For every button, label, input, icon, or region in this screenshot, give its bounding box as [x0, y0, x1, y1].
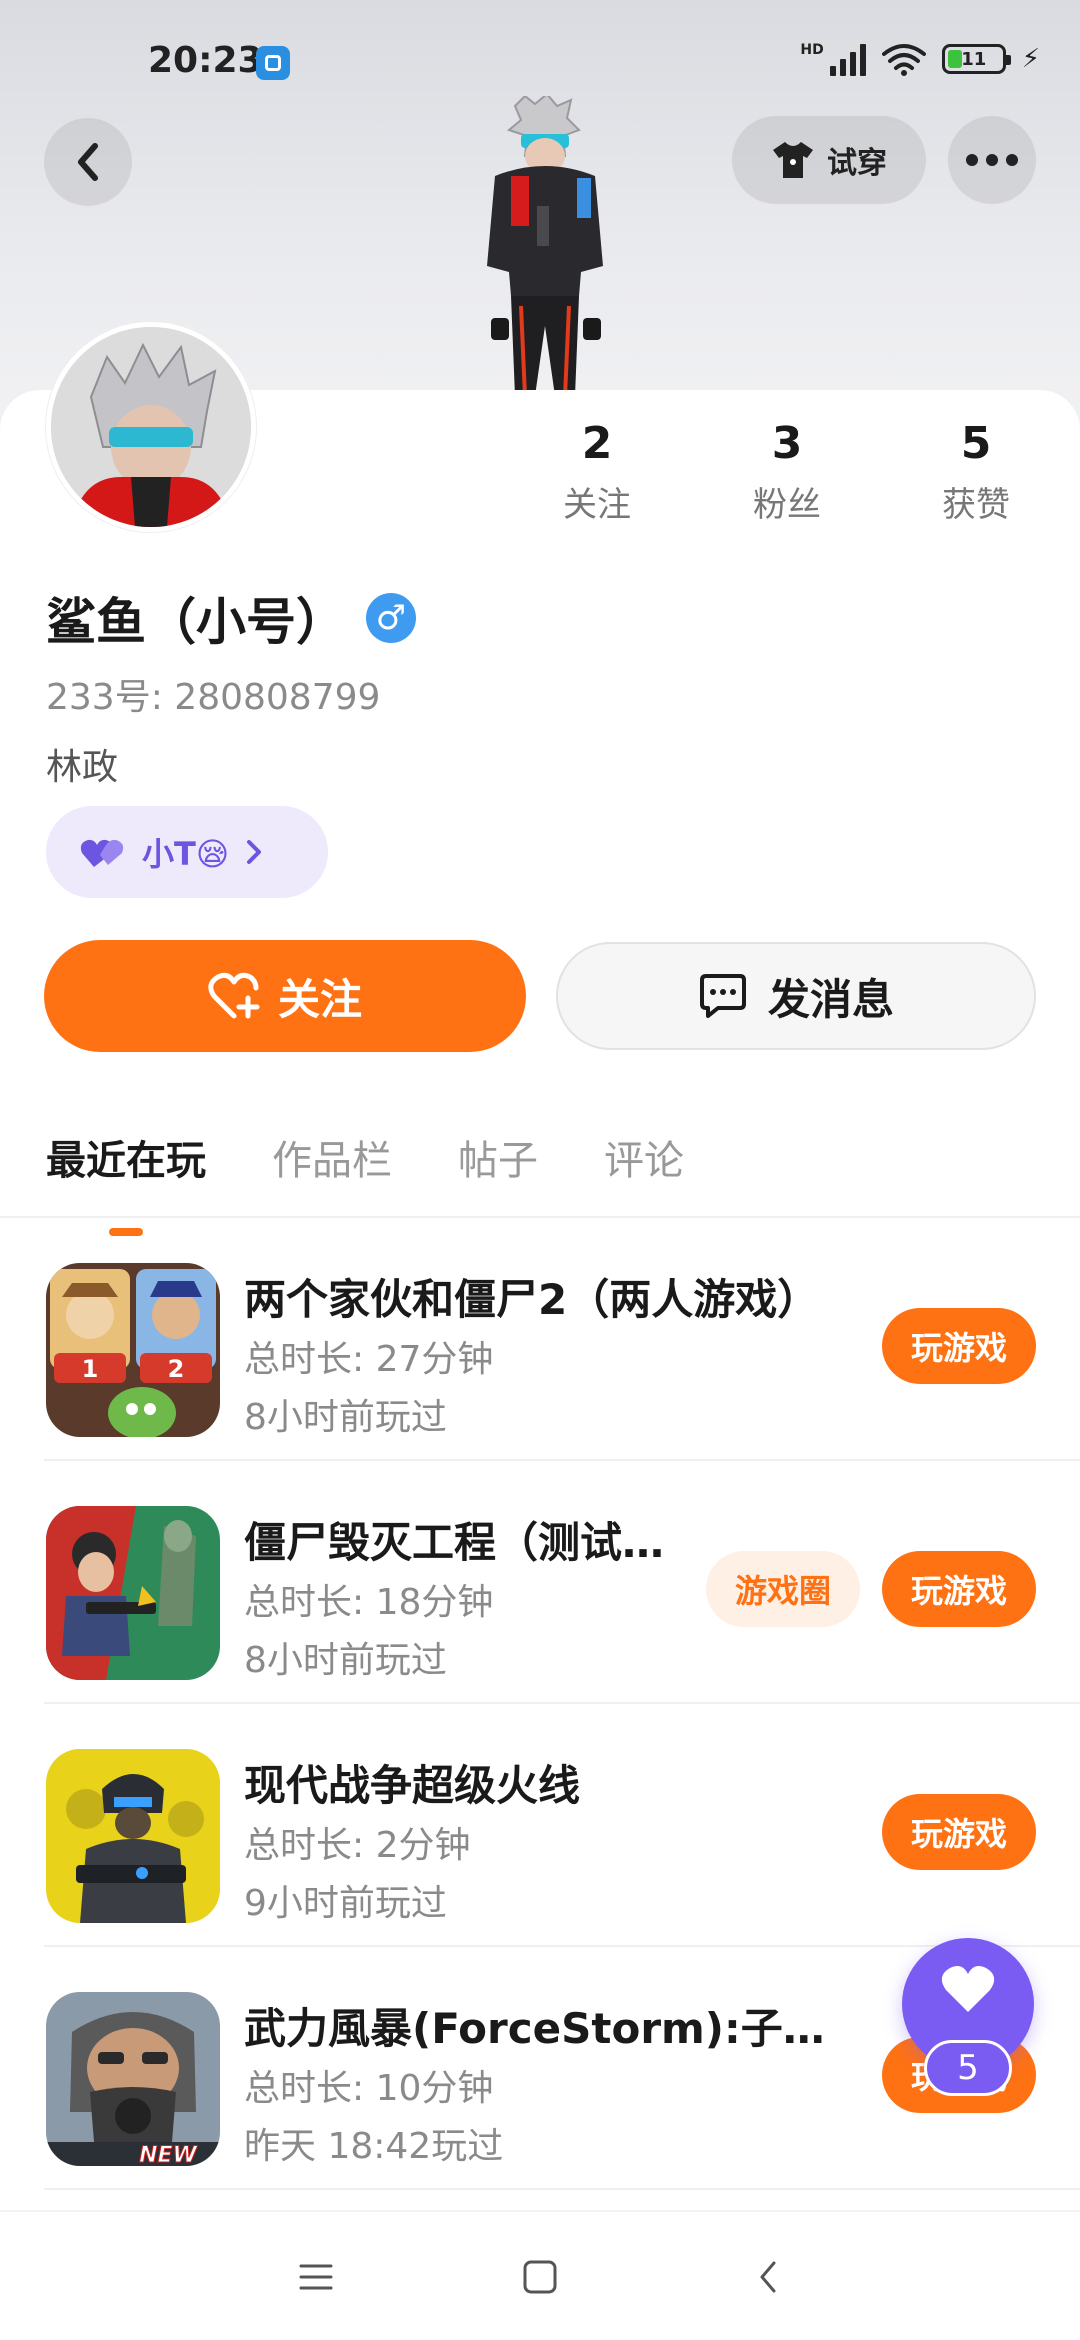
wifi-icon [881, 44, 926, 76]
game-duration: 总时长: 27分钟 [244, 1339, 494, 1380]
menu-icon[interactable] [286, 2252, 346, 2302]
heart-icon [941, 1966, 995, 2012]
game-title: 现代战争超级火线 [244, 1761, 581, 1810]
game-last-played: 8小时前玩过 [244, 1640, 447, 1681]
try-on-label: 试穿 [827, 146, 887, 181]
badge-one: 1 [82, 1355, 99, 1383]
profile-tabs: 最近在玩 作品栏 帖子 评论 [46, 1128, 750, 1186]
chevron-left-icon [78, 143, 98, 181]
game-icon-two-guys-zombies: 1 2 [46, 1263, 220, 1437]
more-button[interactable] [948, 116, 1036, 204]
stat-label: 粉丝 [753, 485, 821, 525]
tab-recently-played[interactable]: 最近在玩 [46, 1128, 206, 1186]
game-last-played: 昨天 18:42玩过 [244, 2126, 504, 2167]
network-type-label: HD [800, 42, 824, 58]
home-square-icon[interactable] [510, 2252, 570, 2302]
list-item[interactable]: 1 2 两个家伙和僵尸2（两人游戏） 总时长: 27分钟 8小时前玩过 玩游戏 [0, 1218, 1080, 1461]
stat-value: 2 [581, 418, 613, 469]
list-item[interactable]: 现代战争超级火线 总时长: 2分钟 9小时前玩过 玩游戏 [0, 1704, 1080, 1947]
send-message-label: 发消息 [767, 974, 894, 1024]
game-duration: 总时长: 10分钟 [244, 2068, 494, 2109]
game-icon-modern-warfare [46, 1749, 220, 1923]
chevron-right-icon [247, 840, 262, 864]
stat-likes[interactable]: 5 获赞 [906, 418, 1046, 526]
battery-icon: 11 [941, 44, 1011, 74]
username: 鲨鱼（小号） [46, 593, 346, 651]
follow-label: 关注 [277, 974, 362, 1024]
new-badge: NEW [139, 2143, 198, 2166]
user-tag-label: 小T😪 [142, 835, 230, 873]
heart-plus-icon [208, 972, 260, 1019]
user-tag-pill[interactable]: 小T😪 [46, 806, 328, 898]
charging-icon: ⚡ [1021, 44, 1040, 74]
play-game-button[interactable]: 玩游戏 [882, 1551, 1036, 1627]
username-row: 鲨鱼（小号） ♂ [46, 582, 416, 654]
stat-label: 关注 [563, 485, 631, 525]
game-title: 武力風暴(ForceStorm):子… [244, 2004, 825, 2053]
stat-value: 3 [771, 418, 803, 469]
stat-label: 获赞 [942, 485, 1010, 525]
back-button[interactable] [44, 118, 132, 206]
tab-comments[interactable]: 评论 [604, 1128, 684, 1186]
status-icons: HD 11 ⚡ [800, 42, 1040, 76]
row-divider [44, 2188, 1080, 2190]
user-bio: 林政 [46, 747, 119, 788]
character-figure-image [487, 96, 603, 396]
status-bar: 20:23 HD 11 ⚡ [0, 30, 1080, 100]
chat-bubble-icon [699, 974, 746, 1018]
stat-value: 5 [960, 418, 992, 469]
game-last-played: 9小时前玩过 [244, 1883, 447, 1924]
more-dots-icon [966, 154, 1018, 166]
game-icon-force-storm: NEW [46, 1992, 220, 2166]
game-title: 僵尸毁灭工程（测试… [244, 1518, 665, 1567]
stat-followers[interactable]: 3 粉丝 [717, 418, 857, 526]
like-count-badge: 5 [924, 2040, 1012, 2096]
game-last-played: 8小时前玩过 [244, 1397, 447, 1438]
status-time: 20:23 [148, 40, 263, 81]
system-nav-bar [0, 2210, 1080, 2340]
profile-stats: 2 关注 3 粉丝 5 获赞 [0, 418, 1080, 538]
game-title: 两个家伙和僵尸2（两人游戏） [244, 1275, 820, 1324]
follow-button[interactable]: 关注 [44, 940, 526, 1052]
tshirt-icon [773, 142, 813, 178]
game-duration: 总时长: 2分钟 [244, 1825, 471, 1866]
battery-level: 11 [961, 48, 987, 70]
list-item[interactable]: 僵尸毁灭工程（测试… 总时长: 18分钟 8小时前玩过 游戏圈 玩游戏 [0, 1461, 1080, 1704]
game-duration: 总时长: 18分钟 [244, 1582, 494, 1623]
double-heart-icon [80, 839, 124, 867]
signal-icon [829, 42, 866, 76]
stat-following[interactable]: 2 关注 [527, 418, 667, 526]
try-on-button[interactable]: 试穿 [732, 116, 926, 204]
back-triangle-icon[interactable] [738, 2252, 798, 2302]
send-message-button[interactable]: 发消息 [556, 942, 1036, 1050]
game-icon-zombie-project [46, 1506, 220, 1680]
badge-two: 2 [168, 1355, 185, 1383]
user-id: 233号: 280808799 [46, 677, 381, 718]
tab-works[interactable]: 作品栏 [272, 1128, 392, 1186]
male-gender-icon: ♂ [366, 593, 416, 643]
play-game-button[interactable]: 玩游戏 [882, 1308, 1036, 1384]
game-circle-button[interactable]: 游戏圈 [706, 1551, 860, 1627]
tab-posts[interactable]: 帖子 [458, 1128, 538, 1186]
app-notification-icon [256, 46, 290, 80]
play-game-button[interactable]: 玩游戏 [882, 1794, 1036, 1870]
